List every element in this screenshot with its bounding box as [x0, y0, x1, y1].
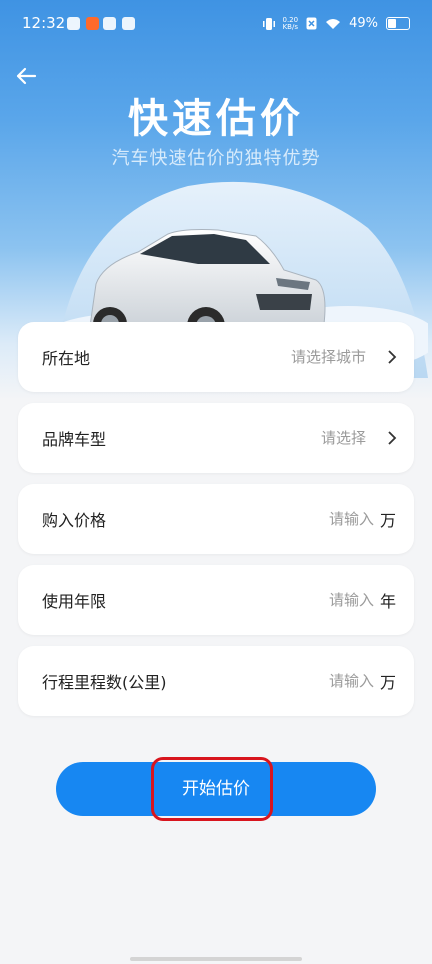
- mileage-label: 行程里程数(公里): [42, 673, 167, 692]
- network-speed: 0.20 KB/s: [282, 16, 299, 31]
- taobao-notification-icon: [86, 17, 99, 30]
- brand-model-field[interactable]: 品牌车型 请选择: [18, 403, 414, 473]
- location-placeholder[interactable]: 请选择城市: [291, 346, 366, 367]
- purchase-price-input[interactable]: 请输入: [329, 508, 374, 529]
- no-sim-icon: [306, 17, 317, 30]
- purchase-price-field[interactable]: 购入价格 请输入 万: [18, 484, 414, 554]
- notification-icon: [67, 17, 80, 30]
- mileage-field[interactable]: 行程里程数(公里) 请输入 万: [18, 646, 414, 716]
- vibrate-icon: [262, 17, 275, 30]
- page-title: 快速估价: [128, 96, 304, 142]
- brand-model-label: 品牌车型: [42, 430, 107, 449]
- highlight-box: [151, 757, 273, 821]
- wifi-icon: [326, 18, 341, 29]
- mileage-input[interactable]: 请输入: [329, 670, 374, 691]
- brand-model-placeholder[interactable]: 请选择: [321, 427, 366, 448]
- mileage-unit: 万: [379, 673, 396, 692]
- years-used-field[interactable]: 使用年限 请输入 年: [18, 565, 414, 635]
- status-time: 12:32: [22, 14, 66, 32]
- years-used-unit: 年: [379, 592, 396, 611]
- location-field[interactable]: 所在地 请选择城市: [18, 322, 414, 392]
- years-used-input[interactable]: 请输入: [329, 589, 374, 610]
- page-subtitle: 汽车快速估价的独特优势: [111, 148, 321, 169]
- back-arrow-icon[interactable]: [14, 64, 38, 88]
- location-label: 所在地: [42, 349, 91, 368]
- app-notification-icon: [122, 17, 135, 30]
- status-right: 0.20 KB/s 49%: [262, 16, 410, 31]
- purchase-price-unit: 万: [379, 511, 396, 530]
- chevron-right-icon: [388, 431, 397, 445]
- battery-icon: [386, 17, 410, 30]
- purchase-price-label: 购入价格: [42, 511, 107, 530]
- network-speed-unit: KB/s: [282, 22, 298, 31]
- status-bar: 12:32 0.20 KB/s 49%: [0, 0, 432, 52]
- home-indicator[interactable]: [130, 957, 302, 961]
- message-notification-icon: [103, 17, 116, 30]
- chevron-right-icon: [388, 350, 397, 364]
- battery-percent: 49%: [349, 16, 378, 31]
- years-used-label: 使用年限: [42, 592, 107, 611]
